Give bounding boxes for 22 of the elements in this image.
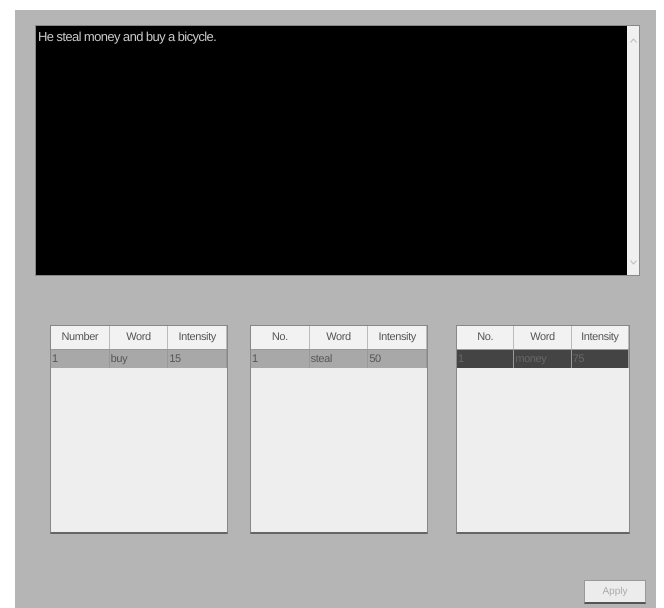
scroll-down-icon[interactable] [630, 260, 636, 265]
column-header[interactable]: Number [51, 326, 110, 349]
column-header[interactable]: Word [310, 326, 368, 349]
table-cell: steal [310, 350, 368, 368]
word-table[interactable]: No. Word Intensity 1 steal 50 [250, 325, 428, 534]
table-cell: 15 [168, 350, 228, 368]
scroll-up-icon[interactable] [630, 38, 636, 43]
column-header[interactable]: No. [251, 326, 310, 349]
column-header[interactable]: Intensity [168, 326, 228, 349]
text-area[interactable]: He steal money and buy a bicycle. [35, 25, 640, 276]
column-header[interactable]: Intensity [368, 326, 428, 349]
column-header[interactable]: No. [457, 326, 514, 349]
column-header[interactable]: Intensity [572, 326, 629, 349]
word-table[interactable]: Number Word Intensity 1 buy 15 [50, 325, 228, 534]
table-cell: 1 [51, 350, 110, 368]
column-header[interactable]: Word [110, 326, 168, 349]
table-cell: 50 [368, 350, 428, 368]
text-area-content: He steal money and buy a bicycle. [37, 28, 218, 46]
table-cell: 1 [251, 350, 310, 368]
scrollbar[interactable] [627, 26, 639, 275]
column-header[interactable]: Word [514, 326, 572, 349]
table-cell: buy [110, 350, 168, 368]
